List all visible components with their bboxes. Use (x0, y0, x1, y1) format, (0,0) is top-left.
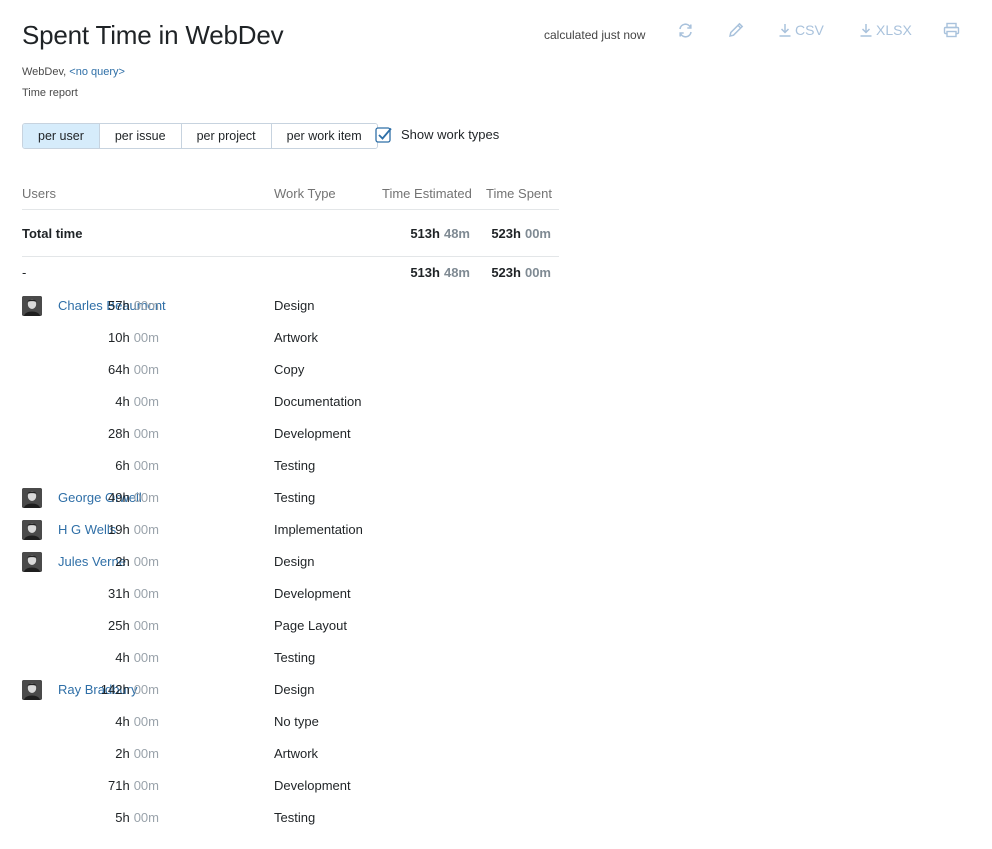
work-type: Implementation (274, 522, 363, 537)
xlsx-label: XLSX (876, 22, 912, 38)
refresh-button[interactable] (677, 18, 694, 42)
column-header-time-estimated[interactable]: Time Estimated (382, 186, 472, 201)
work-type: Development (274, 586, 351, 601)
work-type: Page Layout (274, 618, 348, 633)
edit-button[interactable] (727, 18, 745, 42)
group-spent: 523h 00m (491, 265, 551, 280)
work-type: Artwork (274, 330, 319, 345)
grouping-selector: per user per issue per project per work … (22, 123, 378, 149)
page-title: Spent Time in WebDev (22, 20, 284, 50)
time-spent: 25h 00m (108, 618, 159, 633)
user-avatar-icon[interactable] (22, 296, 42, 316)
total-spent: 523h 00m (491, 226, 551, 241)
work-type: Design (274, 682, 315, 697)
time-spent: 71h 00m (108, 778, 159, 793)
download-icon (778, 22, 792, 38)
time-spent: 28h 00m (108, 426, 159, 441)
group-estimated: 513h 48m (410, 265, 470, 280)
context-line: WebDev, <no query> (22, 66, 125, 78)
time-spent: 2h 00m (115, 554, 159, 569)
user-avatar-icon[interactable] (22, 680, 42, 700)
work-type: Documentation (274, 394, 362, 409)
work-type: Testing (274, 810, 316, 825)
refresh-icon (677, 22, 694, 39)
total-divider (22, 256, 559, 257)
no-query-link[interactable]: <no query> (69, 66, 125, 78)
table-row: Testing 5h 00m (0, 810, 600, 849)
time-spent: 6h 00m (115, 458, 159, 473)
show-work-types-label: Show work types (401, 126, 500, 142)
time-spent: 2h 00m (115, 746, 159, 761)
export-xlsx-button[interactable]: XLSX (859, 18, 912, 42)
calculated-status: calculated just now (544, 28, 646, 42)
work-type: Testing (274, 458, 316, 473)
time-spent: 4h 00m (115, 650, 159, 665)
time-spent: 49h 00m (108, 490, 159, 505)
download-icon (859, 22, 873, 38)
export-csv-button[interactable]: CSV (778, 18, 824, 42)
time-spent: 4h 00m (115, 714, 159, 729)
work-type: Artwork (274, 746, 319, 761)
total-estimated: 513h 48m (410, 226, 470, 241)
print-button[interactable] (943, 18, 960, 42)
time-spent: 4h 00m (115, 394, 159, 409)
time-spent: 57h 00m (108, 298, 159, 313)
group-per-work-item-button[interactable]: per work item (270, 124, 377, 148)
time-spent: 64h 00m (108, 362, 159, 377)
work-type: No type (274, 714, 319, 729)
header-divider (22, 209, 559, 210)
checkbox-checked-icon[interactable] (375, 126, 392, 143)
work-type: Testing (274, 490, 316, 505)
time-spent: 19h 00m (108, 522, 159, 537)
column-header-users[interactable]: Users (22, 186, 56, 201)
time-spent: 142h 00m (100, 682, 159, 697)
group-per-project-button[interactable]: per project (180, 124, 271, 148)
time-spent: 5h 00m (115, 810, 159, 825)
show-work-types-toggle[interactable]: Show work types (375, 126, 500, 143)
user-avatar-icon[interactable] (22, 488, 42, 508)
group-label: - (22, 265, 27, 280)
user-avatar-icon[interactable] (22, 552, 42, 572)
project-name: WebDev, (22, 66, 67, 78)
work-type: Testing (274, 650, 316, 665)
total-time-label: Total time (22, 226, 83, 241)
column-header-work-type[interactable]: Work Type (274, 186, 336, 201)
report-type: Time report (22, 87, 78, 99)
work-type: Development (274, 778, 351, 793)
work-type: Design (274, 554, 315, 569)
user-avatar-icon[interactable] (22, 520, 42, 540)
printer-icon (943, 22, 960, 38)
time-spent: 31h 00m (108, 586, 159, 601)
group-per-issue-button[interactable]: per issue (98, 124, 181, 148)
group-per-user-button[interactable]: per user (23, 124, 99, 148)
work-type: Design (274, 298, 315, 313)
csv-label: CSV (795, 22, 824, 38)
work-type: Development (274, 426, 351, 441)
pencil-icon (727, 21, 745, 39)
time-spent: 10h 00m (108, 330, 159, 345)
work-type: Copy (274, 362, 305, 377)
column-header-time-spent[interactable]: Time Spent (486, 186, 552, 201)
